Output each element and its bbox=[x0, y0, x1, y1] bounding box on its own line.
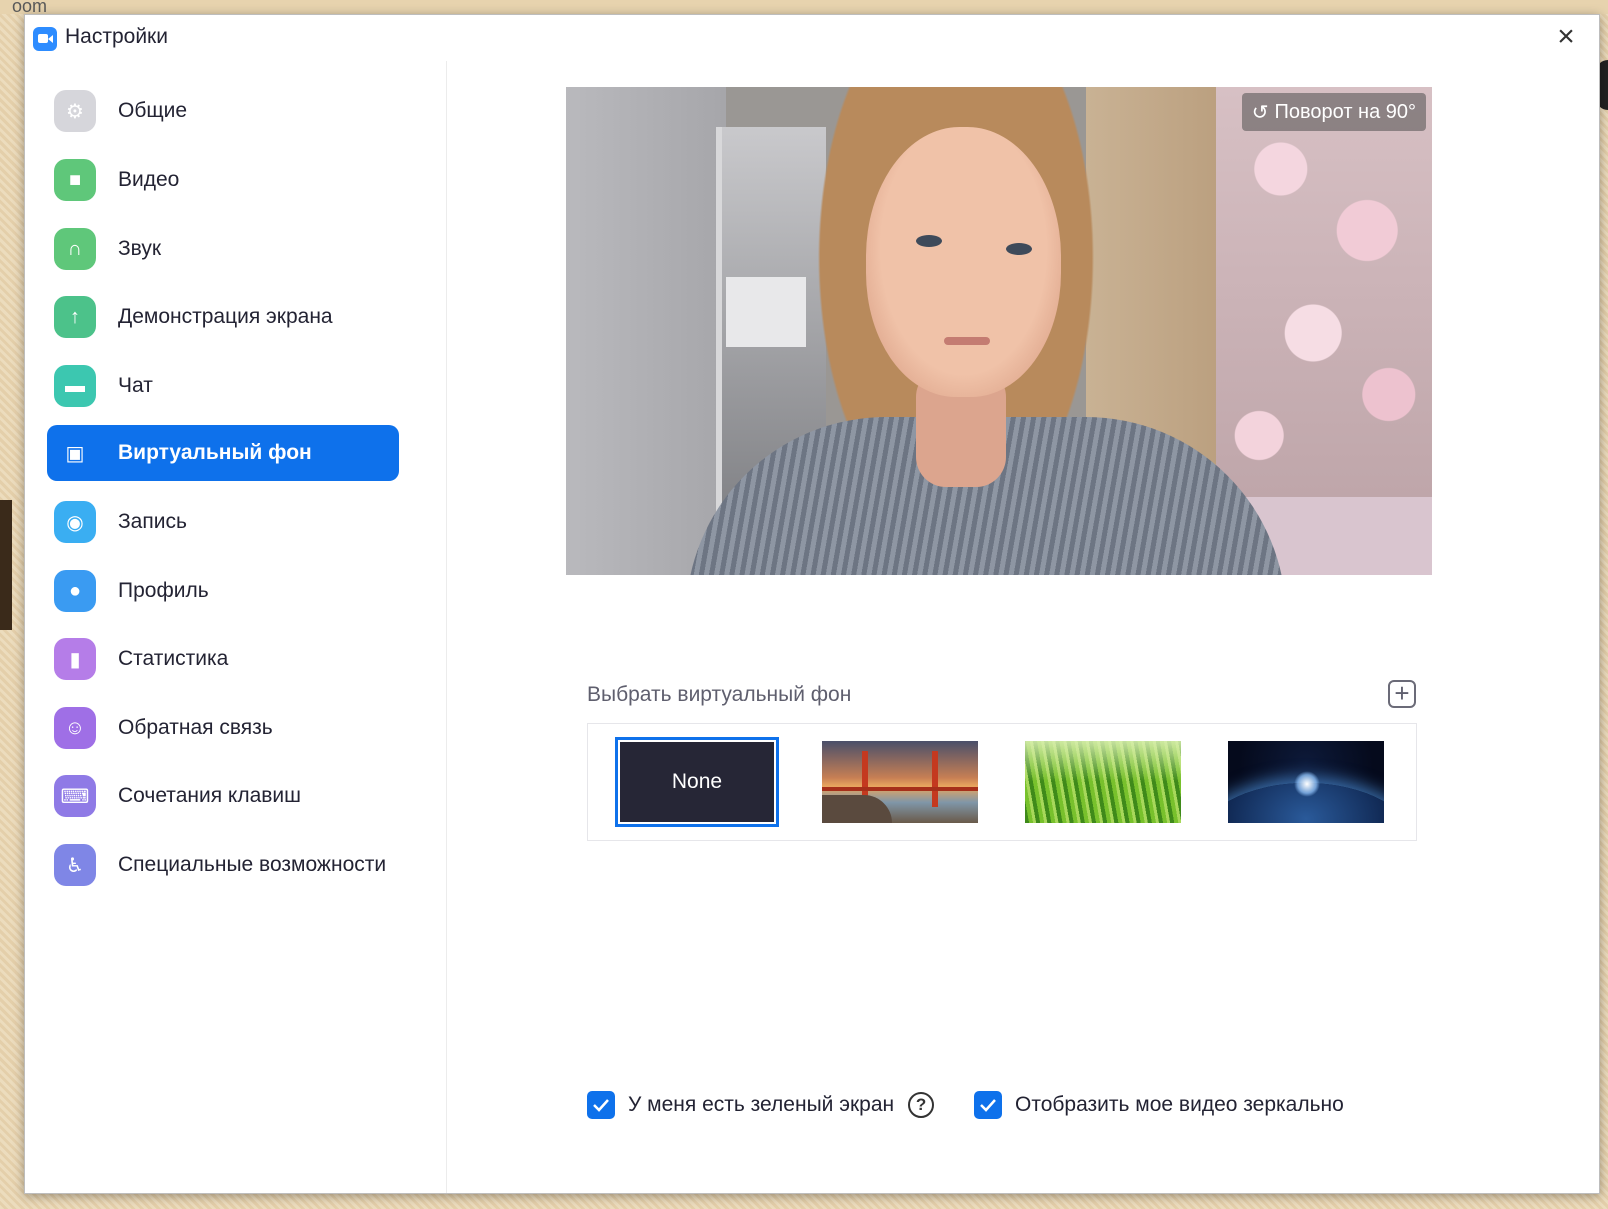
choose-background-label: Выбрать виртуальный фон bbox=[587, 683, 852, 706]
add-background-button[interactable]: + bbox=[1388, 680, 1416, 708]
help-glyph: ? bbox=[915, 1095, 927, 1114]
sidebar-item-label: Демонстрация экрана bbox=[118, 305, 333, 328]
chat-bubble-icon: ▬ bbox=[54, 365, 96, 407]
mirror-video-option[interactable]: Отобразить мое видео зеркально bbox=[974, 1091, 1344, 1119]
profile-icon: ● bbox=[54, 570, 96, 612]
record-icon: ◉ bbox=[54, 501, 96, 543]
sidebar-item-keyboard-shortcuts[interactable]: ⌨ Сочетания клавиш bbox=[47, 768, 399, 824]
sidebar-item-label: Звук bbox=[118, 237, 162, 260]
headphones-icon: ∩ bbox=[54, 228, 96, 270]
rotate-icon: ↺ bbox=[1251, 101, 1269, 124]
sidebar-item-statistics[interactable]: ▮ Статистика bbox=[47, 631, 399, 687]
background-thumb-grass[interactable] bbox=[1025, 741, 1181, 823]
sidebar-item-label: Чат bbox=[118, 374, 153, 397]
virtual-background-panel: ↺ Поворот на 90° Выбрать виртуальный фон… bbox=[447, 61, 1599, 1193]
sidebar-item-label: Профиль bbox=[118, 579, 209, 602]
share-screen-icon: ↑ bbox=[54, 296, 96, 338]
settings-window: Настройки × ⚙ Общие ■ Видео ∩ Звук ↑ Дем… bbox=[24, 14, 1600, 1194]
green-screen-option[interactable]: У меня есть зеленый экран ? bbox=[587, 1091, 935, 1119]
green-screen-label: У меня есть зеленый экран bbox=[628, 1093, 895, 1116]
sidebar-item-label: Запись bbox=[118, 510, 187, 533]
bridge-deck bbox=[822, 787, 978, 791]
mirror-video-checkbox[interactable] bbox=[974, 1091, 1002, 1119]
rotate-90-button[interactable]: ↺ Поворот на 90° bbox=[1241, 93, 1426, 131]
earth-sunrise bbox=[1294, 771, 1320, 797]
background-thumbnails: None bbox=[587, 723, 1417, 841]
preview-person-eye bbox=[1006, 243, 1032, 255]
statistics-icon: ▮ bbox=[54, 638, 96, 680]
grass-glow bbox=[1025, 741, 1181, 781]
keyboard-icon: ⌨ bbox=[54, 775, 96, 817]
title-bar: Настройки × bbox=[25, 15, 1599, 61]
green-screen-checkbox[interactable] bbox=[587, 1091, 615, 1119]
help-icon[interactable]: ? bbox=[908, 1092, 935, 1118]
preview-person-face bbox=[866, 127, 1061, 397]
background-thumb-earth[interactable] bbox=[1228, 741, 1384, 823]
desktop-background bbox=[0, 0, 1608, 14]
bridge-tower bbox=[932, 751, 938, 807]
background-window-edge bbox=[0, 500, 12, 630]
video-camera-icon: ■ bbox=[54, 159, 96, 201]
preview-wall bbox=[566, 87, 726, 575]
checkmark-icon bbox=[593, 1099, 609, 1112]
accessibility-icon: ♿ bbox=[54, 844, 96, 886]
feedback-smiley-icon: ☺ bbox=[54, 707, 96, 749]
checkmark-icon bbox=[980, 1099, 996, 1112]
sidebar-item-label: Видео bbox=[118, 168, 180, 191]
preview-person-mouth bbox=[944, 337, 990, 345]
none-label: None bbox=[671, 770, 723, 793]
sidebar-item-audio[interactable]: ∩ Звук bbox=[47, 221, 399, 277]
sidebar-item-label: Виртуальный фон bbox=[118, 441, 312, 464]
window-title: Настройки bbox=[65, 25, 168, 48]
sidebar-item-label: Сочетания клавиш bbox=[118, 784, 301, 807]
plus-icon: + bbox=[1394, 678, 1410, 708]
settings-sidebar: ⚙ Общие ■ Видео ∩ Звук ↑ Демонстрация эк… bbox=[25, 61, 447, 1193]
sidebar-item-feedback[interactable]: ☺ Обратная связь bbox=[47, 700, 399, 756]
sidebar-item-label: Обратная связь bbox=[118, 716, 273, 739]
sidebar-item-profile[interactable]: ● Профиль bbox=[47, 563, 399, 619]
rotate-label: Поворот на 90° bbox=[1274, 100, 1416, 123]
camera-preview: ↺ Поворот на 90° bbox=[566, 87, 1432, 575]
sidebar-item-recording[interactable]: ◉ Запись bbox=[47, 494, 399, 550]
preview-flower-wallpaper bbox=[1216, 87, 1432, 497]
gear-icon: ⚙ bbox=[54, 90, 96, 132]
sidebar-item-share-screen[interactable]: ↑ Демонстрация экрана bbox=[47, 289, 399, 345]
background-thumb-none[interactable]: None bbox=[615, 737, 779, 827]
mirror-video-label: Отобразить мое видео зеркально bbox=[1015, 1093, 1344, 1116]
sidebar-item-label: Статистика bbox=[118, 647, 229, 670]
zoom-app-icon bbox=[33, 27, 57, 51]
close-button[interactable]: × bbox=[1551, 22, 1581, 53]
sidebar-item-virtual-background[interactable]: ▣ Виртуальный фон bbox=[47, 425, 399, 481]
sidebar-item-label: Специальные возможности bbox=[118, 853, 387, 876]
sidebar-item-label: Общие bbox=[118, 99, 188, 122]
preview-window-light bbox=[726, 277, 806, 347]
bridge-rock bbox=[822, 795, 892, 823]
background-thumb-golden-gate[interactable] bbox=[822, 741, 978, 823]
preview-person-eye bbox=[916, 235, 942, 247]
sidebar-item-video[interactable]: ■ Видео bbox=[47, 152, 399, 208]
virtual-background-icon: ▣ bbox=[65, 442, 85, 465]
sidebar-item-general[interactable]: ⚙ Общие bbox=[47, 83, 399, 139]
sidebar-item-accessibility[interactable]: ♿ Специальные возможности bbox=[47, 837, 399, 893]
sidebar-item-chat[interactable]: ▬ Чат bbox=[47, 358, 399, 414]
